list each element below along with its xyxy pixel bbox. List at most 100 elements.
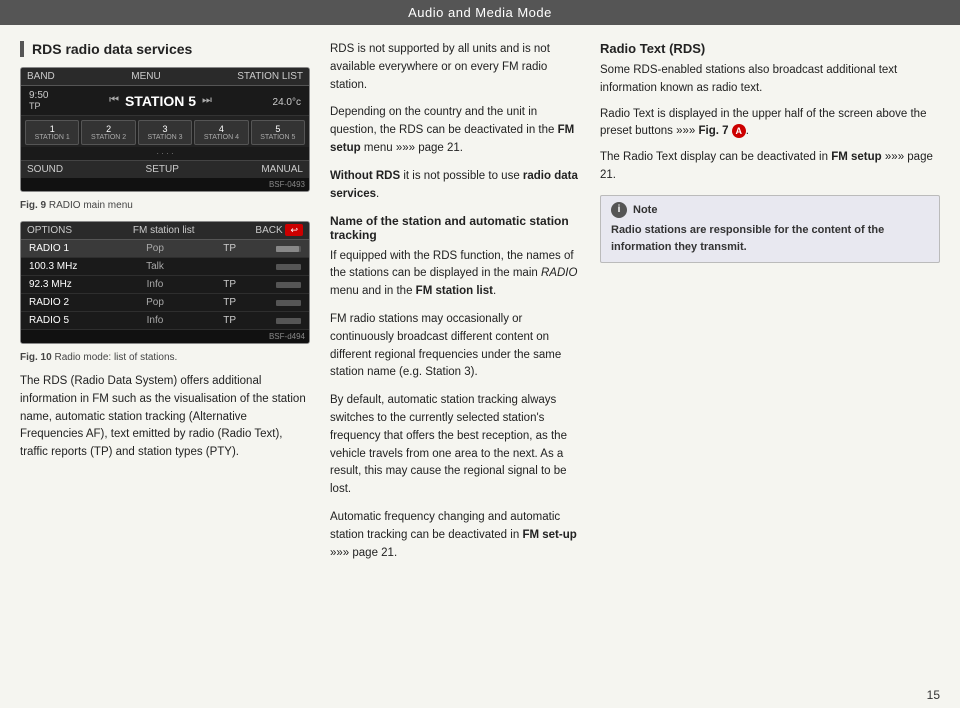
mid-fmsetup2: FM set-up xyxy=(522,529,576,541)
preset-3-name: STATION 3 xyxy=(140,134,190,141)
fig9-setup: SETUP xyxy=(146,164,179,175)
note-text: Radio stations are responsible for the c… xyxy=(611,222,929,256)
preset-3-num: 3 xyxy=(140,124,190,134)
page-wrapper: Audio and Media Mode RDS radio data serv… xyxy=(0,0,960,708)
left-body-text: The RDS (Radio Data System) offers addit… xyxy=(20,373,310,462)
fig9-station-display: 9:50 TP ⏮ STATION 5 ⏭ 24.0°c xyxy=(21,86,309,116)
right-para2-text: Radio Text is displayed in the upper hal… xyxy=(600,108,926,138)
note-icon: i xyxy=(611,202,627,218)
mid-without-rds: Without RDS it is not possible to use ra… xyxy=(330,168,580,204)
fm-row-5-bar xyxy=(276,318,301,324)
fm-row-2-bar xyxy=(276,264,301,270)
note-box: i Note Radio stations are responsible fo… xyxy=(600,195,940,263)
mid-para5: Automatic frequency changing and automat… xyxy=(330,509,580,562)
fm-row-4-name: RADIO 2 xyxy=(29,297,99,308)
mid-para1: Depending on the country and the unit in… xyxy=(330,104,580,157)
fig10-back-arrow: ↩ xyxy=(285,224,303,236)
fm-row-3-type: Info xyxy=(135,279,175,290)
fig9-arrows: ⏮ STATION 5 ⏭ xyxy=(109,93,212,109)
note-text-bold: Radio stations are responsible for the c… xyxy=(611,224,884,253)
fig9-tp: TP xyxy=(29,101,48,111)
fig10-label-strong: Fig. 10 xyxy=(20,352,52,363)
right-para2: Radio Text is displayed in the upper hal… xyxy=(600,106,940,142)
mid-fm-station-list: FM station list xyxy=(416,285,493,297)
preset-2-name: STATION 2 xyxy=(83,134,133,141)
preset-5-name: STATION 5 xyxy=(253,134,303,141)
fig10-options: OPTIONS xyxy=(27,225,72,236)
note-label: Note xyxy=(633,204,657,216)
fig10-label: Fig. 10 Radio mode: list of stations. xyxy=(20,350,310,365)
fm-row-5-tp: TP xyxy=(211,315,236,326)
fig10-figure: OPTIONS FM station list BACK ↩ RADIO 1 P… xyxy=(20,221,310,344)
fig9-time: 9:50 xyxy=(29,90,48,101)
fm-row-1-type: Pop xyxy=(135,243,175,254)
fig9-figure: BAND MENU STATION LIST 9:50 TP ⏮ STATION… xyxy=(20,67,310,192)
preset-1-num: 1 xyxy=(27,124,77,134)
note-title: i Note xyxy=(611,202,929,218)
fig9-presets: 1 STATION 1 2 STATION 2 3 STATION 3 4 ST… xyxy=(21,116,309,147)
right-heading: Radio Text (RDS) xyxy=(600,41,940,56)
fig9-dots: · · · · xyxy=(21,147,309,160)
fm-row-1-bar-fill xyxy=(276,246,299,252)
right-fig7-ref: Fig. 7 xyxy=(698,125,728,137)
fig9-time-tp: 9:50 TP xyxy=(29,90,48,111)
content-area: RDS radio data services BAND MENU STATIO… xyxy=(0,25,960,684)
preset-4-num: 4 xyxy=(196,124,246,134)
fig9-station-list: STATION LIST xyxy=(237,71,303,82)
fig9-band: BAND xyxy=(27,71,55,82)
fm-row-3[interactable]: 92.3 MHz Info TP xyxy=(21,276,309,294)
top-bar-title: Audio and Media Mode xyxy=(408,5,552,20)
mid-para2: If equipped with the RDS function, the n… xyxy=(330,248,580,301)
fig9-bottom-bar: SOUND SETUP MANUAL xyxy=(21,160,309,178)
fm-row-5[interactable]: RADIO 5 Info TP xyxy=(21,312,309,330)
fig9-menu: MENU xyxy=(131,71,160,82)
mid-radio-italic: RADIO xyxy=(541,267,577,279)
fig9-temp-val: 24.0°c xyxy=(273,97,301,108)
fm-row-2-type: Talk xyxy=(135,261,175,272)
fig9-manual: MANUAL xyxy=(261,164,303,175)
fm-row-1[interactable]: RADIO 1 Pop TP xyxy=(21,240,309,258)
preset-5-num: 5 xyxy=(253,124,303,134)
fm-row-2-name: 100.3 MHz xyxy=(29,261,99,272)
fm-row-5-type: Info xyxy=(135,315,175,326)
fm-row-4-bar xyxy=(276,300,301,306)
left-column: RDS radio data services BAND MENU STATIO… xyxy=(20,41,310,674)
fm-row-4[interactable]: RADIO 2 Pop TP xyxy=(21,294,309,312)
preset-2[interactable]: 2 STATION 2 xyxy=(81,120,135,145)
mid-heading1: Name of the station and automatic statio… xyxy=(330,214,580,242)
fig10-fm-list: FM station list xyxy=(133,225,195,236)
fig9-top-bar: BAND MENU STATION LIST xyxy=(21,68,309,86)
fm-row-2[interactable]: 100.3 MHz Talk xyxy=(21,258,309,276)
top-bar: Audio and Media Mode xyxy=(0,0,960,25)
mid-para3: FM radio stations may occasionally or co… xyxy=(330,311,580,382)
fig10-top-bar: OPTIONS FM station list BACK ↩ xyxy=(21,222,309,240)
fm-row-4-tp: TP xyxy=(211,297,236,308)
mid-fmsetup: FM setup xyxy=(330,124,574,154)
fig9-label: Fig. 9 RADIO main menu xyxy=(20,198,310,213)
mid-intro: RDS is not supported by all units and is… xyxy=(330,41,580,94)
fig9-temp: 24.0°c xyxy=(273,93,301,108)
fm-row-4-type: Pop xyxy=(135,297,175,308)
fig10-code: BSF-d494 xyxy=(21,330,309,343)
fig9-next-arrow: ⏭ xyxy=(202,94,212,107)
preset-3[interactable]: 3 STATION 3 xyxy=(138,120,192,145)
fm-row-5-name: RADIO 5 xyxy=(29,315,99,326)
preset-5[interactable]: 5 STATION 5 xyxy=(251,120,305,145)
right-para1: Some RDS-enabled stations also broadcast… xyxy=(600,62,940,98)
fm-row-3-bar xyxy=(276,282,301,288)
right-fmsetup: FM setup xyxy=(831,151,881,163)
fig9-label-strong: Fig. 9 xyxy=(20,200,46,211)
preset-4[interactable]: 4 STATION 4 xyxy=(194,120,248,145)
right-para3: The Radio Text display can be deactivate… xyxy=(600,149,940,185)
right-column: Radio Text (RDS) Some RDS-enabled statio… xyxy=(600,41,940,674)
preset-1[interactable]: 1 STATION 1 xyxy=(25,120,79,145)
fig9-code: BSF-0493 xyxy=(21,178,309,191)
fig9-prev-arrow: ⏮ xyxy=(109,94,119,107)
fm-row-1-name: RADIO 1 xyxy=(29,243,99,254)
fm-row-1-bar xyxy=(276,246,301,252)
preset-2-num: 2 xyxy=(83,124,133,134)
fig9-caption: RADIO main menu xyxy=(49,200,133,211)
middle-column: RDS is not supported by all units and is… xyxy=(330,41,580,674)
page-number: 15 xyxy=(0,684,960,708)
section-title: RDS radio data services xyxy=(20,41,310,57)
